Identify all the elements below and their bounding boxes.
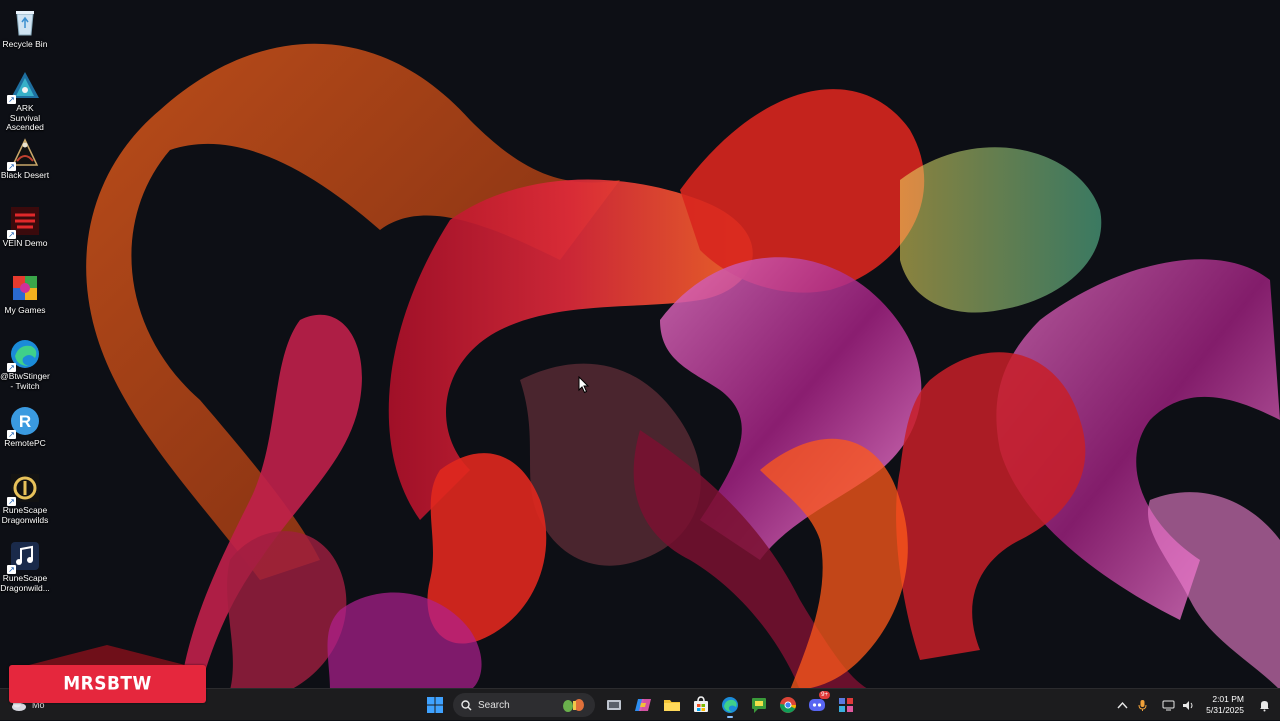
shortcut-arrow-icon: ↗ xyxy=(7,430,16,439)
store-button[interactable] xyxy=(688,691,714,719)
chat-app-button[interactable] xyxy=(746,691,772,719)
stream-name-banner: MRSBTW xyxy=(9,645,206,703)
search-highlight-icon xyxy=(563,699,584,712)
desktop-icon-recycle-bin[interactable]: Recycle Bin xyxy=(0,6,50,50)
desktop-icon-twitch-edge[interactable]: ↗ @BtwStinger - Twitch xyxy=(0,338,50,391)
task-view-button[interactable] xyxy=(601,691,627,719)
shortcut-arrow-icon: ↗ xyxy=(7,363,16,372)
desktop-icon-runescape-music[interactable]: ↗ RuneScape Dragonwild... xyxy=(0,540,50,593)
windows-start-icon xyxy=(427,697,443,713)
discord-button[interactable]: 9+ xyxy=(804,691,830,719)
edge-button[interactable] xyxy=(717,691,743,719)
show-hidden-icons-button[interactable] xyxy=(1114,697,1130,713)
desktop-icon-label: Recycle Bin xyxy=(2,39,48,49)
desktop-icon-my-games[interactable]: My Games xyxy=(0,272,50,316)
shortcut-arrow-icon: ↗ xyxy=(7,162,16,171)
shortcut-arrow-icon: ↗ xyxy=(7,565,16,574)
shortcut-arrow-icon: ↗ xyxy=(7,230,16,239)
desktop-icon-label: RuneScape Dragonwild... xyxy=(0,573,50,593)
copilot-button[interactable] xyxy=(630,691,656,719)
chevron-up-icon xyxy=(1117,701,1128,708)
taskbar-search-box[interactable]: Search xyxy=(453,693,595,717)
system-tray: 2:01 PM 5/31/2025 xyxy=(1110,689,1272,721)
shortcut-arrow-icon: ↗ xyxy=(7,95,16,104)
app-grid-button[interactable] xyxy=(833,691,859,719)
desktop-icon-label: VEIN Demo xyxy=(2,238,48,248)
mouse-cursor-icon xyxy=(578,376,590,394)
taskbar-center: Search 9+ xyxy=(422,689,862,721)
search-placeholder: Search xyxy=(478,699,510,711)
desktop-icon-black-desert[interactable]: ↗ Black Desert xyxy=(0,137,50,181)
task-view-icon xyxy=(607,700,621,710)
search-icon xyxy=(461,699,472,710)
file-explorer-button[interactable] xyxy=(659,691,685,719)
clock-time: 2:01 PM xyxy=(1212,694,1244,704)
desktop-wallpaper xyxy=(0,0,1280,720)
edge-icon xyxy=(722,697,738,713)
svg-text:R: R xyxy=(19,412,31,431)
volume-button[interactable] xyxy=(1180,697,1196,713)
network-button[interactable] xyxy=(1160,697,1176,713)
desktop-icon-label: RuneScape Dragonwilds xyxy=(1,505,49,525)
microphone-icon xyxy=(1138,699,1147,711)
microphone-button[interactable] xyxy=(1134,697,1150,713)
notifications-button[interactable] xyxy=(1256,697,1272,713)
desktop-icon-label: @BtwStinger - Twitch xyxy=(0,371,50,391)
desktop-icon-remotepc[interactable]: R ↗ RemotePC xyxy=(0,405,50,449)
my-games-icon xyxy=(13,276,37,300)
chat-app-icon xyxy=(752,698,766,713)
network-icon xyxy=(1162,700,1175,710)
desktop-icon-vein[interactable]: ↗ VEIN Demo xyxy=(0,205,50,249)
banner-text: MRSBTW xyxy=(63,673,152,695)
clock[interactable]: 2:01 PM 5/31/2025 xyxy=(1206,694,1244,716)
copilot-icon xyxy=(635,699,651,711)
desktop-icon-label: ARK Survival Ascended xyxy=(6,103,44,133)
recycle-bin-icon xyxy=(16,11,34,36)
app-grid-icon xyxy=(839,698,853,712)
shortcut-arrow-icon: ↗ xyxy=(7,497,16,506)
discord-notification-badge: 9+ xyxy=(819,691,830,699)
volume-icon xyxy=(1182,700,1193,710)
desktop-icon-label: RemotePC xyxy=(4,438,46,448)
chrome-button[interactable] xyxy=(775,691,801,719)
desktop-icon-label: My Games xyxy=(4,305,46,315)
desktop-icon-label: Black Desert xyxy=(0,170,50,180)
file-explorer-icon xyxy=(664,700,680,711)
notification-bell-icon xyxy=(1259,700,1269,711)
chrome-icon xyxy=(780,697,796,713)
desktop-icon-ark[interactable]: ↗ ARK Survival Ascended xyxy=(0,70,50,133)
clock-date: 5/31/2025 xyxy=(1206,705,1244,715)
start-button[interactable] xyxy=(422,691,448,719)
banner-decoration xyxy=(29,645,185,665)
desktop-icon-runescape[interactable]: ↗ RuneScape Dragonwilds xyxy=(0,472,50,525)
store-icon xyxy=(694,696,708,712)
